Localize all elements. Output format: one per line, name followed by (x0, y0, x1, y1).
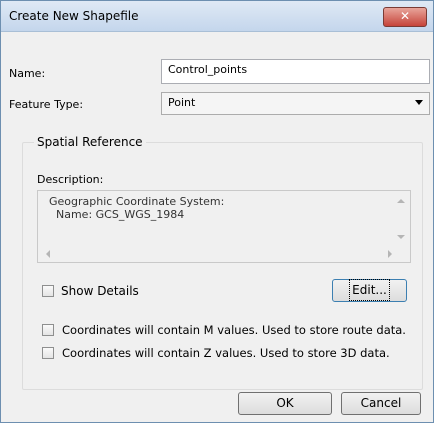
show-details-label: Show Details (61, 284, 139, 298)
ok-button[interactable]: OK (238, 392, 332, 415)
dialog-title: Create New Shapefile (9, 9, 139, 23)
scroll-left-icon[interactable] (46, 250, 50, 258)
feature-type-value: Point (168, 96, 196, 109)
z-values-label: Coordinates will contain Z values. Used … (62, 346, 390, 360)
chevron-down-icon (415, 100, 423, 105)
spatial-reference-legend: Spatial Reference (34, 135, 146, 149)
name-input[interactable]: Control_points (161, 59, 430, 84)
edit-button-label: Edit... (349, 279, 390, 301)
close-icon: ✕ (399, 9, 411, 23)
scroll-up-icon[interactable] (397, 199, 405, 203)
description-label: Description: (37, 173, 104, 186)
z-values-checkbox[interactable] (42, 347, 54, 359)
name-label: Name: (9, 67, 46, 80)
name-input-value: Control_points (168, 63, 248, 76)
feature-type-label: Feature Type: (9, 98, 84, 111)
description-text: Geographic Coordinate System: Name: GCS_… (49, 195, 225, 221)
create-shapefile-dialog: Create New Shapefile ✕ Name: Control_poi… (0, 0, 434, 423)
show-details-checkbox[interactable] (42, 285, 54, 297)
feature-type-select[interactable]: Point (161, 92, 430, 115)
title-bar[interactable]: Create New Shapefile ✕ (1, 1, 433, 32)
vertical-scrollbar[interactable] (394, 193, 408, 247)
cancel-button[interactable]: Cancel (341, 392, 421, 415)
scroll-down-icon[interactable] (397, 235, 405, 239)
close-button[interactable]: ✕ (383, 7, 427, 27)
cancel-button-label: Cancel (360, 396, 402, 410)
ok-button-label: OK (276, 396, 294, 410)
m-values-checkbox[interactable] (42, 324, 54, 336)
m-values-label: Coordinates will contain M values. Used … (62, 323, 406, 337)
description-box[interactable]: Geographic Coordinate System: Name: GCS_… (37, 190, 411, 263)
edit-button[interactable]: Edit... (332, 279, 407, 302)
horizontal-scrollbar[interactable] (40, 248, 394, 260)
scroll-right-icon[interactable] (388, 250, 392, 258)
